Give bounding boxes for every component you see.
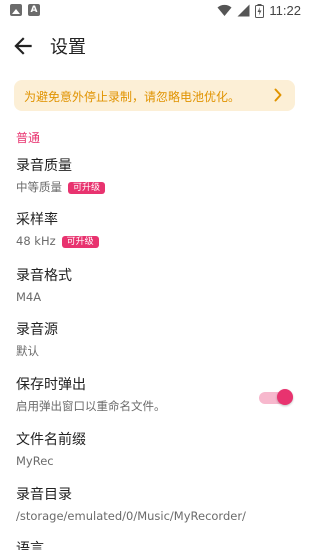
setting-recording-directory[interactable]: 录音目录 /storage/emulated/0/Music/MyRecorde… (16, 486, 296, 524)
setting-subtitle-row: 48 kHz 可升级 (16, 234, 296, 249)
setting-sample-rate[interactable]: 采样率 48 kHz 可升级 (16, 211, 296, 249)
setting-value: 48 kHz (16, 234, 56, 248)
setting-value: M4A (16, 290, 42, 304)
battery-charging-icon (255, 3, 265, 18)
setting-title: 保存时弹出 (16, 377, 86, 393)
setting-recording-format[interactable]: 录音格式 M4A (16, 267, 296, 305)
gallery-icon (10, 4, 22, 16)
signal-icon (237, 4, 250, 17)
status-time: 11:22 (269, 3, 301, 18)
setting-title: 录音质量 (16, 158, 72, 174)
setting-title: 文件名前缀 (16, 432, 86, 448)
setting-filename-prefix[interactable]: 文件名前缀 MyRec (16, 431, 296, 469)
chevron-right-icon (274, 88, 282, 102)
setting-value: 中等质量 (16, 180, 62, 194)
page-title: 设置 (50, 37, 86, 58)
system-icons: 11:22 (217, 3, 301, 18)
setting-title: 录音格式 (16, 268, 72, 284)
setting-value: /storage/emulated/0/Music/MyRecorder/ (16, 509, 246, 523)
setting-description: 启用弹出窗口以重命名文件。 (16, 399, 166, 413)
upgrade-badge: 可升级 (61, 235, 99, 248)
popup-on-save-toggle[interactable] (259, 389, 293, 407)
app-bar: 设置 (0, 22, 309, 68)
toggle-thumb (277, 389, 293, 405)
setting-popup-on-save[interactable]: 保存时弹出 启用弹出窗口以重命名文件。 (16, 376, 246, 414)
section-title-general: 普通 (16, 131, 41, 145)
setting-title: 录音源 (16, 322, 58, 338)
setting-value: 默认 (16, 344, 39, 358)
upgrade-badge: 可升级 (68, 181, 106, 194)
setting-value: MyRec (16, 454, 54, 468)
setting-language[interactable]: 语言 (16, 540, 296, 550)
setting-title: 录音目录 (16, 487, 72, 503)
setting-subtitle-row: 中等质量 可升级 (16, 180, 296, 195)
setting-audio-source[interactable]: 录音源 默认 (16, 321, 296, 359)
setting-title: 采样率 (16, 212, 58, 228)
notification-icons: A (10, 4, 40, 16)
battery-optimization-banner[interactable]: 为避免意外停止录制，请忽略电池优化。 (14, 80, 295, 111)
setting-title: 语言 (16, 541, 44, 550)
text-a-icon: A (28, 4, 40, 16)
banner-text: 为避免意外停止录制，请忽略电池优化。 (24, 90, 241, 104)
wifi-icon (217, 4, 232, 16)
arrow-back-icon[interactable] (10, 33, 36, 59)
setting-recording-quality[interactable]: 录音质量 中等质量 可升级 (16, 157, 296, 195)
status-bar: A 11:22 (0, 0, 309, 22)
